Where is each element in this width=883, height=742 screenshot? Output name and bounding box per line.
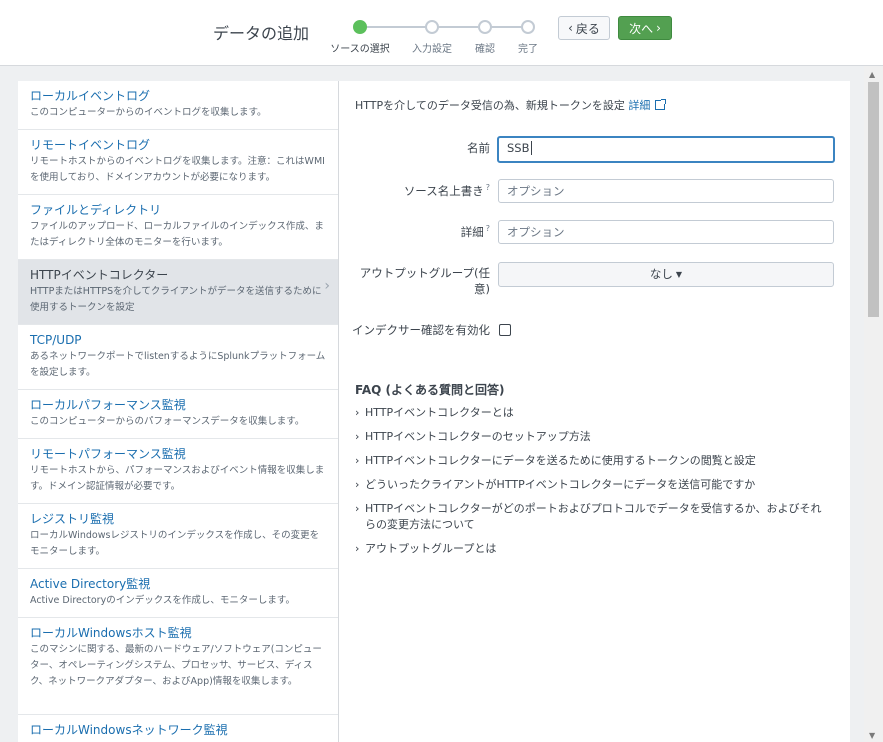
chevron-right-icon: ›: [355, 542, 360, 555]
learn-more-link[interactable]: 詳細: [628, 99, 650, 112]
description-label-text: 詳細: [460, 225, 484, 239]
source-override-label: ソース名上書き?: [404, 183, 490, 199]
chevron-right-icon: ›: [355, 454, 360, 467]
source-item-local-event-log[interactable]: ローカルイベントログ このコンピューターからのイベントログを収集します。: [18, 81, 338, 130]
source-title: TCP/UDP: [30, 333, 82, 347]
chevron-right-icon: ›: [656, 21, 661, 35]
next-button-label: 次へ: [629, 21, 654, 36]
source-description: ファイルのアップロード、ローカルファイルのインデックス作成、またはディレクトリ全…: [30, 221, 324, 248]
scroll-down-icon[interactable]: ▼: [869, 731, 875, 740]
scroll-up-icon[interactable]: ▲: [869, 70, 875, 79]
faq-title: FAQ (よくある質問と回答): [355, 383, 505, 397]
faq-item[interactable]: › HTTPイベントコレクターがどのポートおよびプロトコルでデータを受信するか、お…: [355, 501, 835, 533]
form-intro: HTTPを介してのデータ受信の為、新規トークンを設定 詳細: [355, 97, 667, 113]
source-item-active-directory[interactable]: Active Directory監視 Active Directoryのインデッ…: [18, 569, 338, 618]
chevron-left-icon: ‹: [568, 21, 573, 35]
name-input[interactable]: SSB: [497, 136, 835, 163]
back-button-label: 戻る: [575, 21, 600, 36]
source-override-input[interactable]: オプション: [498, 179, 834, 203]
step-connector: [364, 26, 426, 28]
chevron-right-icon: ›: [324, 278, 330, 294]
step-label-source: ソースの選択: [330, 44, 390, 55]
faq-item[interactable]: › HTTPイベントコレクターにデータを送るために使用するトークンの閲覧と設定: [355, 453, 835, 469]
name-label: 名前: [467, 141, 490, 155]
chevron-right-icon: ›: [355, 406, 360, 419]
step-label-done: 完了: [518, 44, 538, 55]
faq-item[interactable]: › アウトプットグループとは: [355, 541, 835, 557]
source-item-windows-host[interactable]: ローカルWindowsホスト監視 このマシンに関する、最新のハードウェア/ソフト…: [18, 618, 338, 715]
source-item-windows-network[interactable]: ローカルWindowsネットワーク監視: [18, 715, 338, 742]
description-label: 詳細?: [461, 224, 490, 240]
source-item-tcp-udp[interactable]: TCP/UDP あるネットワークポートでlistenするようにSplunkプラッ…: [18, 325, 338, 390]
source-description: Active Directoryのインデックスを作成し、モニターします。: [30, 595, 295, 606]
chevron-right-icon: ›: [355, 502, 360, 515]
step-label-review: 確認: [475, 44, 495, 55]
step-dot-input: [425, 20, 439, 34]
source-title: リモートイベントログ: [30, 138, 151, 152]
source-list: ローカルイベントログ このコンピューターからのイベントログを収集します。 リモー…: [18, 81, 339, 742]
source-title: ファイルとディレクトリ: [30, 203, 162, 217]
indexer-ack-checkbox[interactable]: [499, 324, 511, 336]
source-description: このマシンに関する、最新のハードウェア/ソフトウェア(コンピューター、オペレーテ…: [30, 644, 322, 687]
source-description: ローカルWindowsレジストリのインデックスを作成し、その変更をモニターします…: [30, 530, 320, 557]
source-title: レジストリ監視: [30, 512, 115, 526]
output-group-value: なし: [649, 267, 673, 281]
chevron-right-icon: ›: [355, 478, 360, 491]
source-description: リモートホストから、パフォーマンスおよびイベント情報を収集します。ドメイン認証情…: [30, 465, 325, 492]
output-group-label: アウトプットグループ(任意): [359, 266, 490, 296]
source-description: HTTPまたはHTTPSを介してクライアントがデータを送信するために使用するトー…: [30, 286, 322, 313]
output-group-select[interactable]: なし ▼: [498, 262, 834, 287]
caret-down-icon: ▼: [675, 270, 683, 279]
source-description: このコンピューターからのイベントログを収集します。: [30, 107, 267, 118]
source-item-registry[interactable]: レジストリ監視 ローカルWindowsレジストリのインデックスを作成し、その変更…: [18, 504, 338, 569]
source-title: ローカルイベントログ: [30, 89, 151, 103]
step-label-input: 入力設定: [412, 44, 452, 55]
source-item-files-directories[interactable]: ファイルとディレクトリ ファイルのアップロード、ローカルファイルのインデックス作…: [18, 195, 338, 260]
name-input-value: SSB: [507, 141, 530, 155]
source-title: HTTPイベントコレクター: [30, 268, 169, 282]
step-dot-review: [478, 20, 492, 34]
source-title: ローカルパフォーマンス監視: [30, 398, 186, 412]
source-item-remote-performance[interactable]: リモートパフォーマンス監視 リモートホストから、パフォーマンスおよびイベント情報…: [18, 439, 338, 504]
page-title: データの追加: [213, 24, 310, 43]
back-button[interactable]: ‹ 戻る: [558, 16, 610, 40]
source-title: ローカルWindowsホスト監視: [30, 626, 192, 640]
faq-item[interactable]: › HTTPイベントコレクターとは: [355, 405, 835, 421]
scrollbar-thumb[interactable]: [868, 82, 879, 317]
http-input-form: HTTPを介してのデータ受信の為、新規トークンを設定 詳細 名前 SSB ソース…: [339, 81, 850, 742]
step-connector: [438, 26, 478, 28]
source-item-http-event-collector[interactable]: HTTPイベントコレクター HTTPまたはHTTPSを介してクライアントがデータ…: [18, 260, 338, 325]
wizard-header: データの追加 ソースの選択 入力設定 確認 完了 ‹ 戻る 次へ ›: [0, 0, 883, 66]
description-input[interactable]: オプション: [498, 220, 834, 244]
external-link-icon: [655, 99, 667, 110]
source-item-local-performance[interactable]: ローカルパフォーマンス監視 このコンピューターからのパフォーマンスデータを収集し…: [18, 390, 338, 439]
faq-item[interactable]: › HTTPイベントコレクターのセットアップ方法: [355, 429, 835, 445]
step-dot-done: [521, 20, 535, 34]
next-button[interactable]: 次へ ›: [618, 16, 672, 40]
source-description: あるネットワークポートでlistenするようにSplunkプラットフォームを設定…: [30, 351, 326, 378]
source-description: このコンピューターからのパフォーマンスデータを収集します。: [30, 416, 305, 427]
page-scrollbar[interactable]: ▲ ▼: [864, 66, 883, 742]
wizard-steps: ソースの選択 入力設定 確認 完了: [330, 18, 546, 58]
indexer-ack-label: インデクサー確認を有効化: [352, 323, 490, 337]
source-item-remote-event-log[interactable]: リモートイベントログ リモートホストからのイベントログを収集します。注意：これは…: [18, 130, 338, 195]
source-description: リモートホストからのイベントログを収集します。注意：これはWMIを使用しており、…: [30, 156, 325, 183]
help-icon[interactable]: ?: [486, 183, 490, 192]
step-dot-source: [353, 20, 367, 34]
source-override-label-text: ソース名上書き: [403, 184, 484, 198]
help-icon[interactable]: ?: [486, 224, 490, 233]
source-title: Active Directory監視: [30, 577, 151, 591]
chevron-right-icon: ›: [355, 430, 360, 443]
source-title: リモートパフォーマンス監視: [30, 447, 186, 461]
source-title: ローカルWindowsネットワーク監視: [30, 723, 228, 737]
intro-text: HTTPを介してのデータ受信の為、新規トークンを設定: [355, 99, 625, 112]
faq-item[interactable]: › どういったクライアントがHTTPイベントコレクターにデータを送信可能ですか: [355, 477, 835, 493]
